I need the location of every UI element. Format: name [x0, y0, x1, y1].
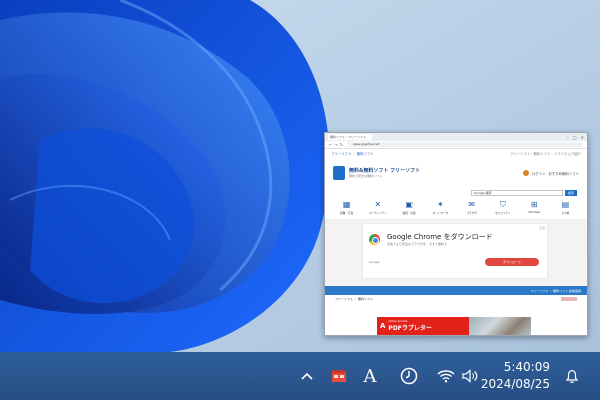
category-item[interactable]: ▦ 画像・写真: [334, 200, 360, 219]
category-label: 画像・写真: [340, 212, 354, 215]
close-icon[interactable]: ✕: [581, 135, 584, 140]
list-item-badge: [561, 296, 577, 301]
user-name[interactable]: ログイン: [532, 171, 546, 176]
category-icon: ▦: [342, 200, 351, 209]
ad-area: Google Chrome をダウンロード 高速でより安全なブラウザを、今すぐ無…: [325, 220, 587, 286]
category-label: ユーティリティ: [368, 212, 387, 215]
category-icon: ✉: [468, 200, 475, 209]
category-label: ブラウザ: [466, 212, 477, 215]
minimize-icon[interactable]: –: [567, 135, 569, 140]
chrome-ad-card[interactable]: Google Chrome をダウンロード 高速でより安全なブラウザを、今すぐ無…: [363, 224, 547, 278]
pdf-ad-photo: [469, 317, 531, 335]
category-item[interactable]: ▤ その他: [552, 200, 578, 219]
category-icon: ✕: [374, 200, 382, 209]
category-item[interactable]: ▣ 動画・音楽: [396, 200, 422, 219]
header-tagline: フリーソフト・無料ソフト・ソフトウェア紹介: [509, 152, 581, 156]
maximize-icon[interactable]: ▢: [573, 135, 577, 140]
ad-title: Google Chrome をダウンロード: [387, 233, 493, 241]
category-nav: ▦ 画像・写真 ✕ ユーティリティ ▣ 動画・音楽 ✶ ネットワーク ✉ ブラウザ ⛉ セキ…: [325, 198, 587, 220]
breadcrumb: フリーソフト › 無料ソフト フリーソフト・無料ソフト・ソフトウェア紹介: [331, 151, 581, 157]
category-item[interactable]: ⛉ セキュリティ: [490, 200, 516, 219]
ad-mark: 広告: [538, 226, 545, 230]
tray-app-button[interactable]: [326, 352, 352, 400]
clock-date: 2024/08/25: [480, 377, 550, 391]
pdf-ad-panel: A Adobe Acrobat PDFラプレター: [377, 317, 469, 335]
taskbar-clock[interactable]: 5:40:09 2024/08/25: [481, 352, 556, 400]
taskbar: A 5:40:09 2024/08/25: [0, 352, 600, 400]
ad-download-button[interactable]: ダウンロード: [485, 258, 539, 266]
breadcrumb-item[interactable]: フリーソフト: [331, 151, 351, 156]
notifications-button[interactable]: [560, 352, 584, 400]
window-controls: – ▢ ✕: [567, 135, 584, 140]
category-icon: ⛉: [499, 200, 506, 209]
search-input[interactable]: Google 検索: [471, 190, 563, 196]
clock-time: 5:40:09: [503, 360, 550, 374]
nav-buttons: ← → ↻: [329, 142, 343, 147]
site-search: Google 検索 検索: [325, 188, 587, 198]
ad-description: 高速でより安全なブラウザを、今すぐ無料で: [387, 242, 447, 246]
user-action-link[interactable]: おすすめ無料ソフト: [548, 171, 579, 176]
adobe-logo-icon: A: [380, 322, 386, 330]
category-label: 動画・音楽: [402, 212, 416, 215]
category-icon: ⊞: [530, 200, 538, 209]
ime-mode-button[interactable]: A: [358, 352, 382, 400]
category-item[interactable]: ✶ ネットワーク: [427, 200, 453, 219]
user-area: ログイン おすすめ無料ソフト: [522, 170, 579, 176]
thumbnail-titlebar: 無料ソフト・フリーソフト – ▢ ✕: [325, 133, 587, 141]
reload-icon[interactable]: ↻: [340, 142, 343, 147]
pdf-banner-ad[interactable]: A Adobe Acrobat PDFラプレター: [377, 317, 531, 335]
clock-app-button[interactable]: [396, 352, 422, 400]
back-icon[interactable]: ←: [329, 142, 332, 147]
show-hidden-icons-button[interactable]: [296, 352, 318, 400]
list-item[interactable]: フリーソフト ・ 無料ソフト: [325, 295, 587, 302]
chevron-up-icon: [301, 372, 313, 380]
breadcrumb-item[interactable]: 無料ソフト: [357, 151, 374, 156]
network-button[interactable]: [434, 352, 458, 400]
chrome-logo-icon: [369, 234, 380, 245]
category-label: Windows: [528, 211, 540, 214]
category-item[interactable]: ✕ ユーティリティ: [365, 200, 391, 219]
list-item-label: フリーソフト ・ 無料ソフト: [335, 296, 373, 301]
category-icon: ▤: [561, 200, 570, 209]
site-logo-icon[interactable]: [333, 166, 345, 180]
pdf-ad-title: PDFラプレター: [388, 325, 432, 332]
search-button[interactable]: 検索: [565, 190, 577, 196]
clock-icon: [400, 367, 418, 385]
avatar[interactable]: [522, 170, 529, 176]
speaker-icon: [462, 369, 478, 383]
category-item[interactable]: ✉ ブラウザ: [459, 200, 485, 219]
site-logo-subtitle: 便利で安全な無料ソフト: [349, 174, 383, 178]
category-icon: ✶: [437, 200, 444, 209]
ad-brand: Google: [369, 260, 380, 264]
news-bar[interactable]: フリーソフト ・ 無料ソフト 新着情報: [325, 286, 587, 295]
taskbar-window-thumbnail[interactable]: 無料ソフト・フリーソフト – ▢ ✕ ← → ↻ www.gigafree.ne…: [324, 132, 588, 336]
category-icon: ▣: [405, 200, 413, 209]
calendar-app-icon: [332, 370, 346, 382]
category-label: ネットワーク: [432, 212, 449, 215]
bell-icon: [565, 369, 579, 383]
category-label: セキュリティ: [495, 212, 511, 215]
site-header: 無料&無料ソフト フリーソフト 便利で安全な無料ソフト ログイン おすすめ無料ソ…: [325, 158, 587, 188]
forward-icon[interactable]: →: [334, 142, 337, 147]
browser-tab[interactable]: 無料ソフト・フリーソフト: [328, 134, 372, 140]
address-bar-row: ← → ↻ www.gigafree.net: [325, 141, 587, 149]
url-field[interactable]: www.gigafree.net: [347, 142, 583, 147]
category-label: その他: [561, 212, 570, 215]
category-item[interactable]: ⊞ Windows: [521, 200, 547, 219]
wifi-icon: [437, 370, 455, 383]
